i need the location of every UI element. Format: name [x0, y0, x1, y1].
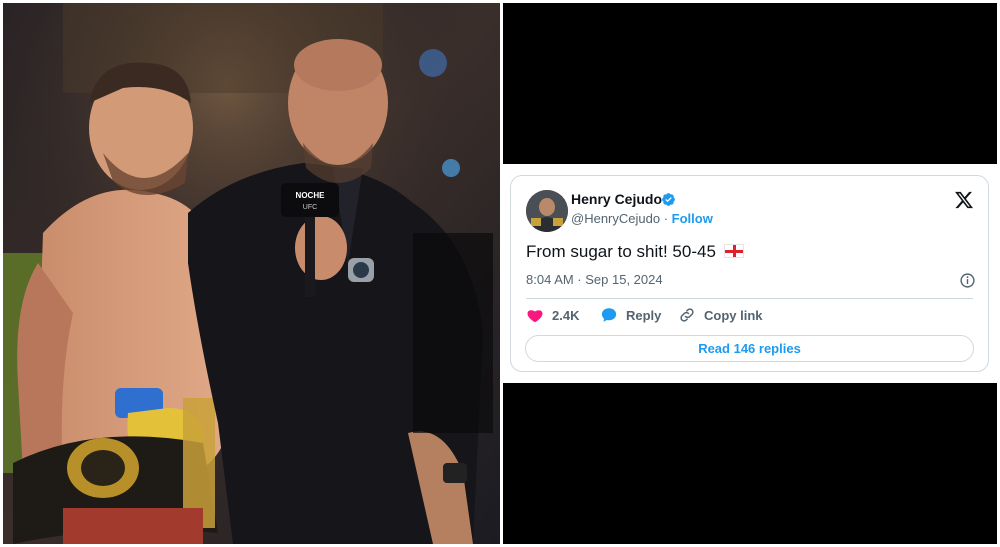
- interviewer-hand: [295, 216, 347, 280]
- divider: [526, 298, 973, 299]
- fighter-shorts: [63, 508, 203, 544]
- like-button[interactable]: 2.4K: [526, 306, 579, 324]
- camera-equipment: [413, 233, 493, 433]
- x-logo-icon[interactable]: [954, 190, 974, 210]
- copy-link-label: Copy link: [704, 307, 763, 323]
- handle[interactable]: @HenryCejudo: [571, 211, 660, 226]
- tweet-panel: Henry Cejudo @HenryCejudo · Follow From …: [503, 3, 997, 544]
- link-icon: [680, 308, 694, 322]
- mic-label-top: NOCHE: [296, 191, 326, 200]
- follow-button[interactable]: Follow: [672, 211, 713, 226]
- read-replies-button[interactable]: Read 146 replies: [525, 335, 974, 362]
- separator-dot: ·: [663, 211, 669, 226]
- tweet-card[interactable]: Henry Cejudo @HenryCejudo · Follow From …: [510, 175, 989, 372]
- reply-button[interactable]: Reply: [600, 306, 661, 324]
- heart-icon: [527, 310, 543, 323]
- tweet-text-body: From sugar to shit! 50-45: [526, 242, 716, 261]
- news-photo: NOCHE UFC: [3, 3, 500, 544]
- info-icon[interactable]: [959, 272, 976, 289]
- georgia-flag-icon: [723, 244, 744, 258]
- avatar[interactable]: [526, 190, 568, 232]
- reply-bubble-icon: [601, 308, 617, 322]
- avatar-image: [526, 190, 568, 232]
- tweet-text: From sugar to shit! 50-45: [526, 242, 744, 262]
- photo-illustration: NOCHE UFC: [3, 3, 500, 544]
- reply-label: Reply: [626, 307, 662, 323]
- like-count: 2.4K: [552, 307, 580, 323]
- microphone-icon: [281, 183, 339, 217]
- copy-link-button[interactable]: Copy link: [678, 306, 763, 324]
- handle-line: @HenryCejudo · Follow: [571, 211, 713, 226]
- verified-badge-icon: [662, 193, 675, 206]
- display-name[interactable]: Henry Cejudo: [571, 191, 662, 207]
- tweet-embed: Henry Cejudo @HenryCejudo · Follow From …: [503, 164, 997, 383]
- tweet-timestamp[interactable]: 8:04 AM · Sep 15, 2024: [526, 272, 663, 287]
- mic-label-bottom: UFC: [303, 204, 317, 211]
